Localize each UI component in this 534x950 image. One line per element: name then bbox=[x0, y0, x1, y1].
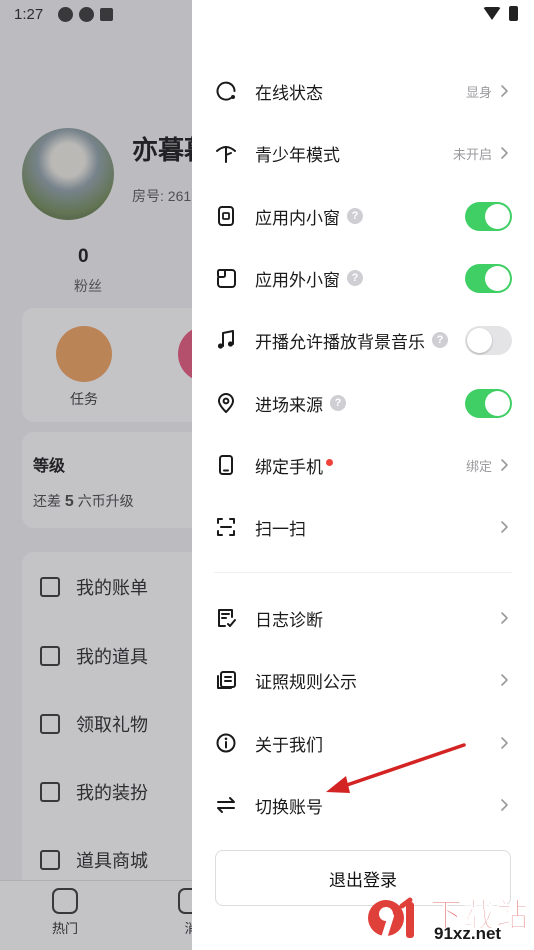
phone-icon bbox=[214, 453, 238, 477]
chevron-right-icon bbox=[496, 145, 512, 161]
bind-phone-row[interactable]: 绑定手机 绑定 bbox=[214, 442, 512, 488]
out-app-window-toggle[interactable] bbox=[465, 263, 512, 293]
section-divider bbox=[214, 572, 512, 573]
wifi-icon bbox=[483, 7, 501, 20]
chevron-right-icon bbox=[496, 797, 512, 813]
log-diagnose-icon bbox=[214, 606, 238, 630]
chevron-right-icon bbox=[496, 83, 512, 99]
red-dot-badge bbox=[326, 458, 333, 466]
scan-icon bbox=[214, 515, 238, 539]
entry-source-row: 进场来源 ? bbox=[214, 380, 512, 426]
out-app-window-row: 应用外小窗 ? bbox=[214, 255, 512, 301]
log-diagnose-row[interactable]: 日志诊断 bbox=[214, 595, 512, 641]
help-icon[interactable]: ? bbox=[432, 332, 448, 348]
online-status-value: 显身 bbox=[465, 84, 492, 100]
chevron-right-icon bbox=[496, 457, 512, 473]
info-icon bbox=[214, 731, 238, 755]
toggle-knob bbox=[485, 203, 510, 229]
battery-icon bbox=[509, 6, 518, 21]
about-us-row[interactable]: 关于我们 bbox=[214, 720, 512, 766]
youth-mode-value: 未开启 bbox=[452, 146, 492, 162]
out-app-window-icon bbox=[214, 266, 238, 290]
background-music-toggle[interactable] bbox=[465, 325, 512, 355]
toggle-knob bbox=[485, 390, 510, 416]
in-app-window-toggle[interactable] bbox=[465, 201, 512, 231]
scan-row[interactable]: 扫一扫 bbox=[214, 504, 512, 550]
bind-phone-value: 绑定 bbox=[465, 458, 492, 474]
online-status-icon bbox=[214, 79, 238, 103]
chevron-right-icon bbox=[496, 735, 512, 751]
in-app-window-icon bbox=[214, 204, 238, 228]
license-icon bbox=[214, 668, 238, 692]
license-rules-row[interactable]: 证照规则公示 bbox=[214, 657, 512, 703]
chevron-right-icon bbox=[496, 672, 512, 688]
status-right-icons bbox=[483, 6, 518, 21]
switch-account-icon bbox=[214, 793, 238, 817]
location-pin-icon bbox=[214, 391, 238, 415]
entry-source-toggle[interactable] bbox=[465, 388, 512, 418]
toggle-knob bbox=[485, 265, 510, 291]
settings-drawer: 在线状态 显身 青少年模式 未开启 应用内小窗 ? 应用外小窗 ? 开播允许播放… bbox=[192, 0, 534, 950]
chevron-right-icon bbox=[496, 519, 512, 535]
watermark: 下载站 91xz.net bbox=[364, 890, 532, 948]
toggle-knob bbox=[467, 327, 492, 353]
help-icon[interactable]: ? bbox=[347, 208, 363, 224]
online-status-row[interactable]: 在线状态 显身 bbox=[214, 68, 512, 114]
youth-mode-icon bbox=[214, 141, 238, 165]
watermark-domain: 91xz.net bbox=[434, 924, 502, 943]
watermark-logo bbox=[368, 897, 414, 941]
music-note-icon bbox=[214, 328, 238, 352]
help-icon[interactable]: ? bbox=[330, 395, 346, 411]
youth-mode-row[interactable]: 青少年模式 未开启 bbox=[214, 130, 512, 176]
chevron-right-icon bbox=[496, 610, 512, 626]
background-music-row: 开播允许播放背景音乐 ? bbox=[214, 317, 512, 363]
switch-account-row[interactable]: 切换账号 bbox=[214, 782, 512, 828]
in-app-window-row: 应用内小窗 ? bbox=[214, 193, 512, 239]
help-icon[interactable]: ? bbox=[347, 270, 363, 286]
